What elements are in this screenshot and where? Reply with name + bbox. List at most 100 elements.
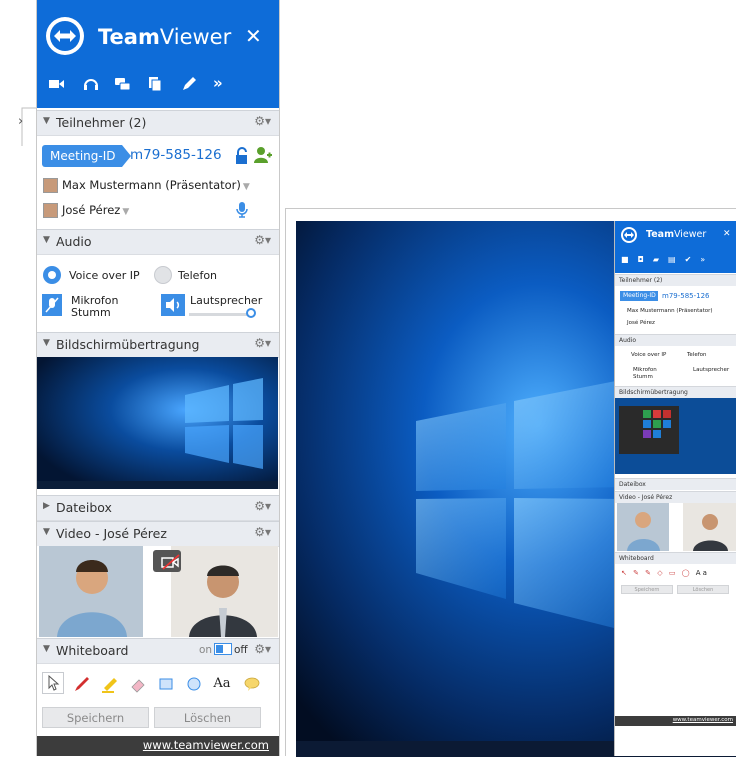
mini-mic-label-2: Stumm (633, 374, 653, 380)
mini-screen-preview (615, 398, 736, 474)
mini-phone-label: Telefon (687, 352, 707, 358)
participant-row[interactable]: Max Mustermann (Präsentator) ▼ (43, 178, 250, 193)
gear-icon[interactable]: ⚙▾ (254, 114, 271, 128)
mini-filebox-header: Dateibox (615, 478, 736, 490)
whiteboard-header[interactable]: ▼ Whiteboard on off ⚙▾ (37, 638, 279, 664)
screen-share-preview (37, 357, 278, 489)
pen-icon[interactable] (179, 74, 199, 94)
lock-icon[interactable] (234, 147, 250, 169)
ellipse-tool-icon[interactable] (184, 674, 204, 694)
screen-share-title: Bildschirmübertragung (56, 337, 200, 352)
speaker-slider-track[interactable] (189, 313, 249, 316)
video-area (37, 546, 278, 637)
mini-voip-label: Voice over IP (631, 352, 667, 358)
mini-logo-icon (621, 227, 637, 243)
collapse-triangle-icon: ▼ (43, 644, 50, 654)
whiteboard-toggle[interactable] (214, 643, 232, 655)
chevron-down-icon[interactable]: ▼ (122, 207, 129, 217)
files-icon[interactable] (145, 74, 165, 94)
text-tool-icon[interactable]: Aa (212, 674, 232, 694)
voip-radio[interactable] (43, 266, 61, 284)
whiteboard-title: Whiteboard (56, 643, 129, 658)
mini-audio-header: Audio (615, 334, 736, 346)
chevron-down-icon[interactable]: ▼ (243, 182, 250, 192)
participant-name: Max Mustermann (Präsentator) (62, 178, 241, 192)
save-button[interactable]: Speichern (42, 707, 149, 728)
expand-triangle-icon: ▶ (43, 501, 50, 511)
eraser-tool-icon[interactable] (128, 674, 148, 694)
participant-name: José Pérez (62, 203, 121, 217)
mini-teamviewer-panel: TeamViewer ✕ ■◘▰▤✔» Teilnehmer (2) Meeti… (614, 221, 736, 756)
phone-label: Telefon (178, 269, 218, 282)
mini-header: TeamViewer ✕ ■◘▰▤✔» (615, 221, 736, 273)
video-icon[interactable] (47, 74, 67, 94)
side-tab[interactable] (12, 106, 38, 146)
mini-close-icon: ✕ (723, 229, 731, 239)
comment-tool-icon[interactable] (242, 674, 262, 694)
participant-row[interactable]: José Pérez ▼ (43, 203, 129, 218)
speaker-label: Lautsprecher (190, 294, 263, 307)
clear-button[interactable]: Löschen (154, 707, 261, 728)
headset-icon[interactable] (81, 74, 101, 94)
select-tool-icon[interactable] (42, 672, 64, 694)
microphone-icon (236, 202, 248, 222)
toggle-on-label: on (199, 644, 213, 656)
toggle-off-label: off (234, 644, 248, 656)
more-icon[interactable]: » (213, 74, 233, 94)
collapse-triangle-icon: ▼ (43, 527, 50, 537)
mini-clear-button: Löschen (677, 585, 729, 594)
audio-title: Audio (56, 234, 92, 249)
teamviewer-logo-icon (46, 17, 84, 55)
mini-user-2: José Pérez (627, 320, 655, 326)
gear-icon[interactable]: ⚙▾ (254, 642, 271, 656)
collapse-triangle-icon: ▼ (43, 116, 50, 126)
audio-header[interactable]: ▼ Audio ⚙▾ (37, 229, 279, 255)
avatar (43, 178, 58, 193)
teamviewer-panel: TeamViewer ✕ » ▼ Teilnehmer (2) ⚙▾ Meeti… (36, 0, 280, 756)
participants-title: Teilnehmer (2) (56, 115, 147, 130)
mini-whiteboard-header: Whiteboard (615, 552, 736, 564)
gear-icon[interactable]: ⚙▾ (254, 525, 271, 539)
rectangle-tool-icon[interactable] (156, 674, 176, 694)
pen-tool-icon[interactable] (72, 674, 92, 694)
gear-icon[interactable]: ⚙▾ (254, 499, 271, 513)
mini-website-link: www.teamviewer.com (672, 717, 733, 723)
phone-radio[interactable] (154, 266, 172, 284)
voip-label: Voice over IP (69, 269, 140, 282)
mini-meeting-id-value: m79-585-126 (662, 292, 710, 300)
filebox-header[interactable]: ▶ Dateibox ⚙▾ (37, 495, 279, 521)
mini-footer: www.teamviewer.com (615, 716, 736, 726)
speaker-slider-knob[interactable] (246, 308, 256, 318)
video-title: Video - José Pérez (56, 526, 167, 541)
mini-user-1: Max Mustermann (Präsentator) (627, 308, 713, 314)
video-header[interactable]: ▼ Video - José Pérez ⚙▾ (37, 521, 279, 547)
footer-bar: www.teamviewer.com (37, 736, 279, 756)
mini-mic-label-1: Mikrofon (633, 367, 657, 373)
chat-icon[interactable] (113, 74, 133, 94)
website-link[interactable]: www.teamviewer.com (143, 738, 269, 752)
speaker-button[interactable] (161, 294, 185, 316)
chevron-right-icon[interactable]: › (18, 114, 23, 129)
panel-header: TeamViewer ✕ » (37, 0, 279, 108)
close-button[interactable]: ✕ (245, 24, 262, 48)
mute-microphone-button[interactable] (42, 294, 62, 316)
mini-speaker-label: Lautsprecher (693, 367, 730, 373)
camera-off-icon[interactable] (161, 554, 181, 574)
add-participant-icon[interactable] (254, 146, 272, 168)
mini-toolbar: ■◘▰▤✔» (621, 255, 715, 264)
mini-video-area (615, 503, 736, 551)
mini-screen-share-header: Bildschirmübertragung (615, 386, 736, 398)
screen-share-header[interactable]: ▼ Bildschirmübertragung ⚙▾ (37, 332, 279, 358)
highlighter-tool-icon[interactable] (100, 674, 120, 694)
filebox-title: Dateibox (56, 500, 112, 515)
mini-save-button: Speichern (621, 585, 673, 594)
gear-icon[interactable]: ⚙▾ (254, 233, 271, 247)
mini-meeting-id-label: Meeting-ID (620, 291, 658, 301)
gear-icon[interactable]: ⚙▾ (254, 336, 271, 350)
mini-video-header: Video - José Pérez (615, 491, 736, 503)
collapse-triangle-icon: ▼ (43, 235, 50, 245)
meeting-id-label: Meeting-ID (42, 145, 122, 167)
avatar (43, 203, 58, 218)
participants-header[interactable]: ▼ Teilnehmer (2) ⚙▾ (37, 110, 279, 136)
mini-participants-header: Teilnehmer (2) (615, 274, 736, 286)
